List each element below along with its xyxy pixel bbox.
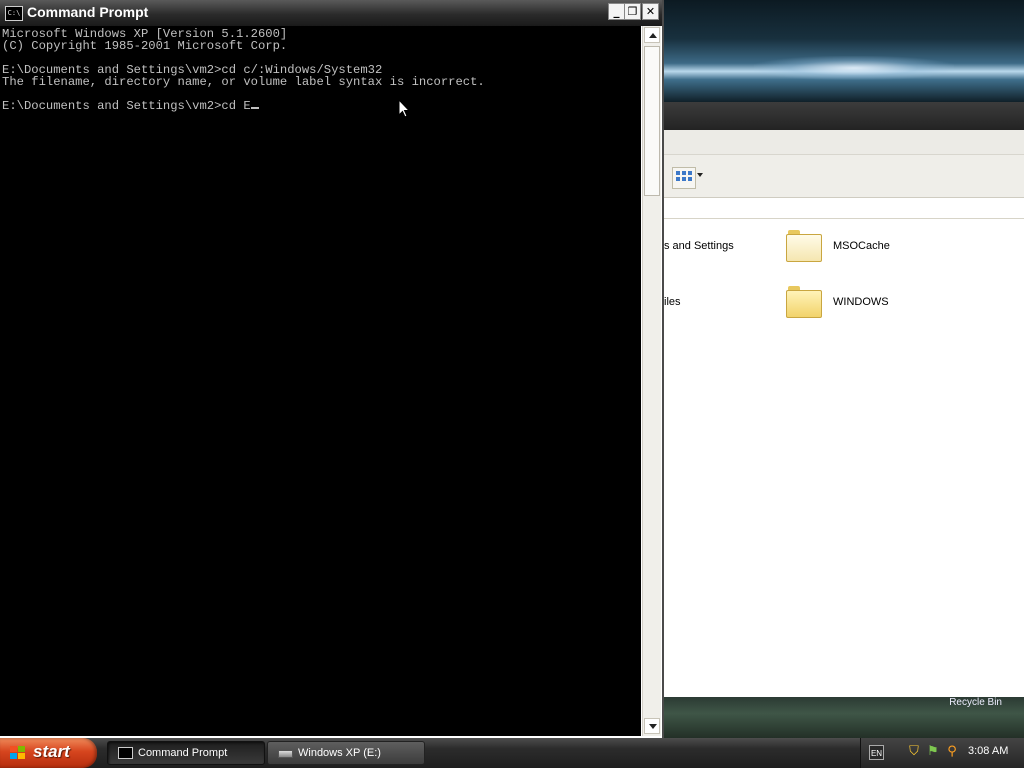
- console-output: Microsoft Windows XP [Version 5.1.2600] …: [2, 28, 485, 112]
- mouse-pointer-icon: [398, 99, 410, 118]
- file-item-windows[interactable]: WINDOWS: [833, 296, 889, 308]
- command-prompt-window: C:\ Command Prompt _ ❐ ✕ Microsoft Windo…: [0, 0, 664, 738]
- explorer-menubar: [664, 130, 1024, 155]
- console-area[interactable]: Microsoft Windows XP [Version 5.1.2600] …: [0, 26, 641, 736]
- search-icon[interactable]: ⚲: [944, 744, 960, 760]
- start-button[interactable]: start: [0, 738, 97, 768]
- taskbar: start Command Prompt Windows XP (E:) EN …: [0, 738, 1024, 768]
- restore-button[interactable]: ❐: [624, 3, 641, 20]
- text-cursor: [250, 107, 259, 109]
- console-line: The filename, directory name, or volume …: [2, 75, 485, 89]
- explorer-window: s and Settings MSOCache iles WINDOWS: [664, 102, 1024, 697]
- cmd-icon[interactable]: C:\: [5, 6, 23, 21]
- network-icon[interactable]: ⚑: [925, 744, 941, 760]
- system-tray: EN ⛉ ⚑ ⚲ 3:08 AM: [860, 738, 1024, 768]
- start-label: start: [33, 742, 70, 761]
- drive-icon: [278, 750, 293, 758]
- close-button[interactable]: ✕: [642, 3, 659, 20]
- folder-icon[interactable]: [786, 230, 822, 262]
- file-item-label: MSOCache: [833, 240, 890, 252]
- cmd-icon: [118, 747, 133, 759]
- cmd-titlebar[interactable]: C:\ Command Prompt _ ❐ ✕: [0, 0, 662, 26]
- security-shield-icon[interactable]: ⛉: [906, 744, 922, 760]
- window-title: Command Prompt: [27, 4, 149, 20]
- console-prompt-line[interactable]: E:\Documents and Settings\vm2>cd E: [2, 99, 251, 113]
- file-item-label: s and Settings: [664, 240, 734, 252]
- explorer-titlebar[interactable]: [664, 102, 1024, 130]
- scroll-up-button[interactable]: [644, 27, 660, 43]
- recycle-bin-label[interactable]: Recycle Bin: [949, 697, 1002, 708]
- explorer-toolbar: [664, 155, 1024, 198]
- taskbar-button-label: Windows XP (E:): [298, 747, 381, 759]
- file-item-msocache[interactable]: MSOCache: [833, 240, 890, 252]
- explorer-address-bar: [664, 198, 1024, 219]
- vertical-scrollbar[interactable]: [642, 26, 661, 736]
- views-button[interactable]: [672, 167, 696, 189]
- minimize-button[interactable]: _: [608, 3, 625, 20]
- taskbar-button-label: Command Prompt: [138, 747, 228, 759]
- windows-logo-icon: [10, 746, 26, 760]
- scroll-down-button[interactable]: [644, 718, 660, 734]
- file-item-program-files[interactable]: iles: [664, 296, 681, 308]
- taskbar-button-windows-xp-drive[interactable]: Windows XP (E:): [267, 741, 425, 765]
- file-item-label: iles: [664, 296, 681, 308]
- file-item-label: WINDOWS: [833, 296, 889, 308]
- folder-icon[interactable]: [786, 286, 822, 318]
- clock[interactable]: 3:08 AM: [968, 745, 1008, 757]
- taskbar-button-command-prompt[interactable]: Command Prompt: [107, 741, 265, 765]
- console-line: (C) Copyright 1985-2001 Microsoft Corp.: [2, 39, 288, 53]
- language-indicator[interactable]: EN: [869, 745, 884, 760]
- scrollbar-thumb[interactable]: [644, 46, 660, 196]
- chevron-down-icon[interactable]: [697, 173, 703, 177]
- file-item-documents-and-settings[interactable]: s and Settings: [664, 240, 734, 252]
- desktop-wallpaper-bottom: Recycle Bin: [664, 697, 1024, 738]
- desktop-wallpaper: [664, 0, 1024, 102]
